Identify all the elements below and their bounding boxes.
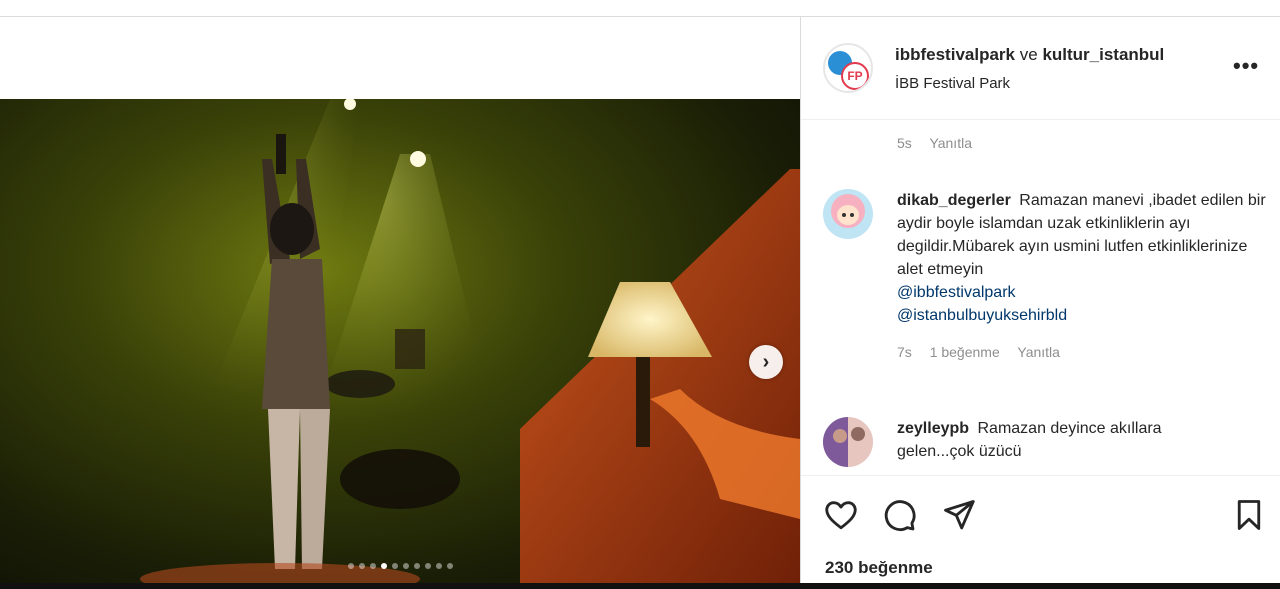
carousel-dots (0, 563, 800, 569)
account-primary-link[interactable]: ibbfestivalpark (895, 45, 1015, 64)
post-side-panel: FP ibbfestivalpark ve kultur_istanbul İB… (801, 17, 1280, 589)
bookmark-icon (1237, 500, 1261, 530)
chevron-right-icon: › (762, 350, 770, 373)
carousel-dot (380, 563, 387, 569)
post-header: FP ibbfestivalpark ve kultur_istanbul İB… (801, 17, 1280, 120)
avatar-eye (850, 213, 854, 217)
commenter-avatar[interactable] (823, 417, 873, 467)
carousel-dot (402, 563, 409, 569)
location-link[interactable]: İBB Festival Park (895, 75, 1010, 92)
previous-comment-meta: 5s Yanıtla (897, 135, 986, 151)
carousel-dot (369, 563, 376, 569)
mention-link[interactable]: @istanbulbuyuksehirbld (897, 304, 1277, 327)
comment-meta: 7s 1 beğenme Yanıtla (897, 341, 1277, 364)
comments-list: 5s Yanıtla dikab_degerler Ramazan manevi… (801, 121, 1280, 471)
comment-icon (884, 500, 916, 531)
comment-body: zeylleypb Ramazan deyince akıllara gelen… (897, 417, 1237, 463)
save-button[interactable] (1231, 497, 1267, 533)
fp-logo: FP (841, 62, 869, 90)
share-button[interactable] (941, 497, 977, 533)
comment-body: dikab_degerler Ramazan manevi ,ibadet ed… (897, 189, 1277, 364)
comment-item: dikab_degerler Ramazan manevi ,ibadet ed… (823, 189, 1266, 389)
post-authors: ibbfestivalpark ve kultur_istanbul (895, 45, 1164, 65)
concert-stage-image (140, 99, 800, 589)
avatar-eye (842, 213, 846, 217)
heart-icon (825, 501, 857, 530)
reply-button[interactable]: Yanıtla (929, 135, 972, 151)
commenter-avatar[interactable] (823, 189, 873, 239)
actions-divider (801, 475, 1280, 476)
account-avatar[interactable]: FP (823, 43, 873, 93)
comment-item: zeylleypb Ramazan deyince akıllara gelen… (823, 417, 1263, 471)
more-options-button[interactable]: ••• (1233, 53, 1259, 79)
carousel-dot (358, 563, 365, 569)
carousel-dot (424, 563, 431, 569)
more-horizontal-icon: ••• (1233, 53, 1260, 78)
authors-joiner: ve (1019, 45, 1038, 64)
avatar-part (833, 429, 847, 443)
comment-likes-link[interactable]: 1 beğenme (930, 344, 1000, 360)
carousel-dot (391, 563, 398, 569)
comment-time: 5s (897, 135, 912, 151)
reply-button[interactable]: Yanıtla (1017, 344, 1060, 360)
like-button[interactable] (823, 497, 859, 533)
carousel-dot (435, 563, 442, 569)
like-count[interactable]: 230 beğenme (825, 558, 933, 578)
send-icon (944, 500, 975, 530)
comment-username[interactable]: dikab_degerler (897, 192, 1011, 209)
comment-username[interactable]: zeylleypb (897, 420, 969, 437)
account-secondary-link[interactable]: kultur_istanbul (1042, 45, 1164, 64)
comment-button[interactable] (881, 497, 917, 533)
post-photo[interactable] (0, 99, 800, 589)
bottom-edge (0, 583, 1280, 589)
avatar-face (837, 205, 859, 225)
carousel-dot (446, 563, 453, 569)
comment-time: 7s (897, 344, 912, 360)
media-column: › (0, 17, 800, 589)
carousel-next-button[interactable]: › (749, 345, 783, 379)
mention-link[interactable]: @ibbfestivalpark (897, 281, 1277, 304)
carousel-dot (347, 563, 354, 569)
carousel-dot (413, 563, 420, 569)
avatar-part (851, 427, 865, 441)
avatar-part (848, 417, 873, 467)
